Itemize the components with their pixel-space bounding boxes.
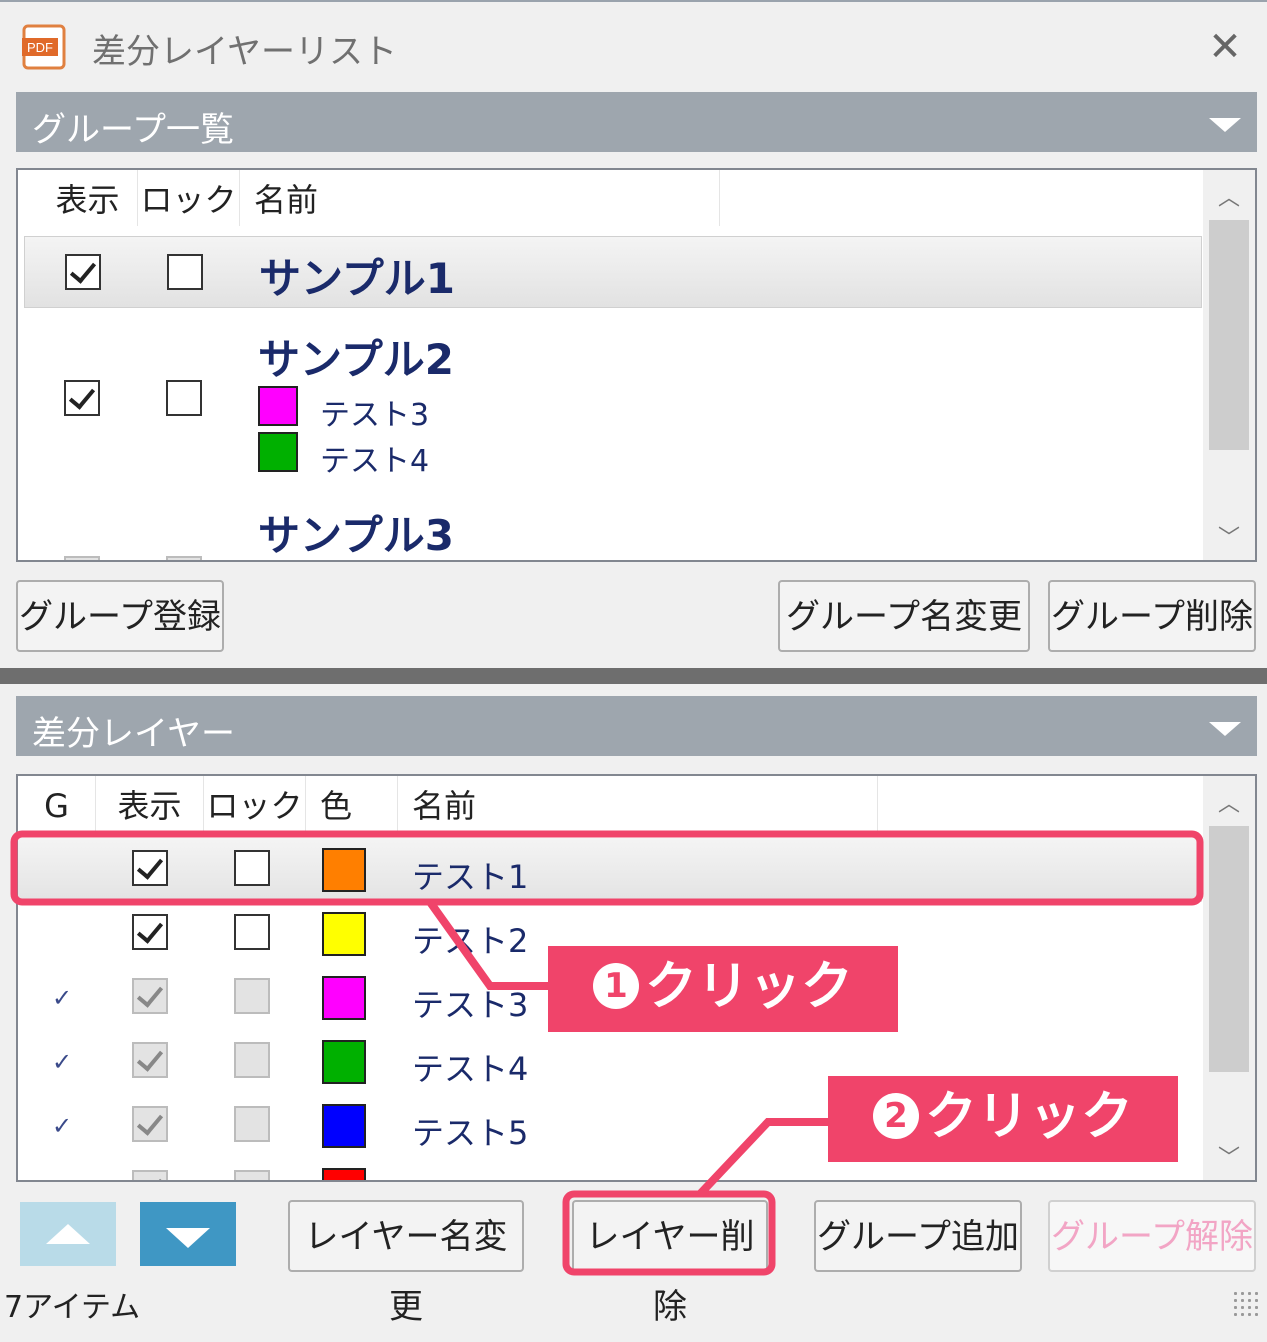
highlight-box-step2 (562, 1190, 776, 1276)
step-number-badge: 1 (592, 963, 639, 1009)
callout-step2: 2 クリック (828, 1076, 1178, 1162)
highlight-box-step1 (10, 830, 1204, 906)
callout-text: クリック (924, 1087, 1133, 1147)
callout-step1: 1 クリック (548, 946, 898, 1032)
callout-text: クリック (644, 957, 853, 1017)
callout-leader-step1 (426, 899, 552, 990)
callout-leader-step2 (697, 1118, 830, 1197)
step-number-badge: 2 (872, 1093, 919, 1139)
